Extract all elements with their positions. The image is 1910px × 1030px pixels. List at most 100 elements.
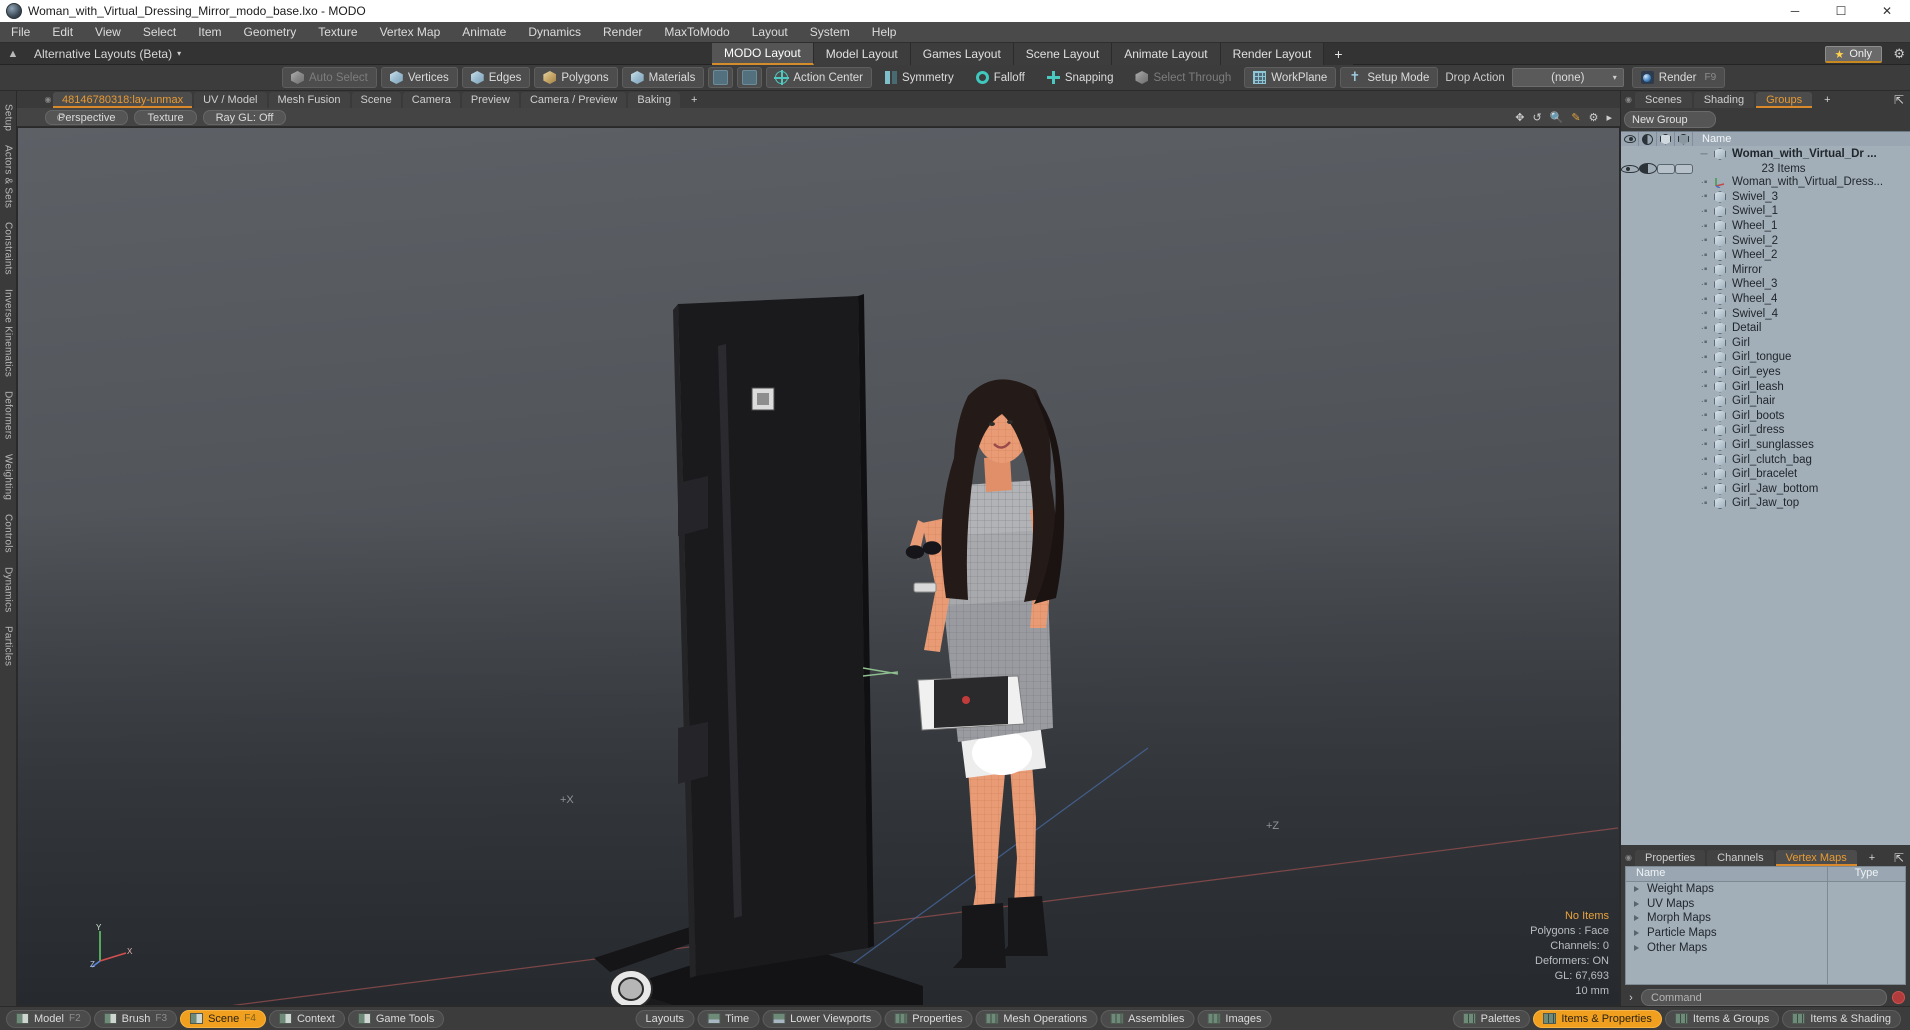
- viewport-tab-menu-icon[interactable]: ◉: [43, 91, 53, 108]
- list-item[interactable]: ·▪ Wheel_1: [1621, 219, 1910, 234]
- mode-game-tools-button[interactable]: Game Tools: [347, 1009, 445, 1028]
- rail-item-constraints[interactable]: Constraints: [3, 215, 14, 282]
- materials-button[interactable]: Materials: [621, 67, 705, 88]
- tab-vertex-maps[interactable]: Vertex Maps: [1775, 849, 1857, 866]
- menu-item-dynamics[interactable]: Dynamics: [517, 22, 592, 43]
- expand-triangle-icon[interactable]: [1634, 929, 1639, 936]
- table-row[interactable]: Weight Maps: [1626, 881, 1905, 897]
- move-view-icon[interactable]: ✥: [1515, 111, 1524, 124]
- expand-triangle-icon[interactable]: [1634, 915, 1639, 922]
- expand-icon[interactable]: ⇱: [1894, 851, 1904, 865]
- rail-item-weighting[interactable]: Weighting: [3, 447, 14, 507]
- list-item[interactable]: ·▪ Swivel_2: [1621, 233, 1910, 248]
- items-groups-button[interactable]: Items & Groups: [1664, 1009, 1780, 1028]
- tab-scene-layout[interactable]: Scene Layout: [1013, 43, 1113, 65]
- collapse-icon[interactable]: ▲: [0, 48, 26, 60]
- add-viewport-tab-button[interactable]: +: [682, 92, 706, 108]
- images-button[interactable]: Images: [1197, 1009, 1272, 1028]
- selection-mode-b-button[interactable]: [737, 67, 763, 88]
- menu-item-item[interactable]: Item: [187, 22, 232, 43]
- menu-item-render[interactable]: Render: [592, 22, 653, 43]
- list-item[interactable]: ·▪ Girl_tongue: [1621, 350, 1910, 365]
- menu-item-edit[interactable]: Edit: [41, 22, 84, 43]
- symmetry-button[interactable]: Symmetry: [876, 67, 963, 88]
- tab-properties[interactable]: Properties: [1635, 849, 1706, 866]
- list-item[interactable]: ·▪ Girl_Jaw_bottom: [1621, 481, 1910, 496]
- shading-toggle[interactable]: [1639, 163, 1657, 174]
- selection-mode-a-button[interactable]: [708, 67, 734, 88]
- table-row[interactable]: Morph Maps: [1626, 911, 1905, 926]
- mode-brush-button[interactable]: Brush F3: [93, 1009, 178, 1028]
- falloff-button[interactable]: Falloff: [967, 67, 1034, 88]
- tab-channels[interactable]: Channels: [1707, 849, 1774, 866]
- mode-model-button[interactable]: Model F2: [6, 1009, 91, 1028]
- list-item[interactable]: ·▪ Girl_hair: [1621, 394, 1910, 409]
- time-button[interactable]: Time: [697, 1009, 760, 1028]
- list-item[interactable]: ·▪ Swivel_3: [1621, 190, 1910, 205]
- table-row[interactable]: UV Maps: [1626, 896, 1905, 912]
- only-button[interactable]: ★ Only: [1824, 46, 1882, 63]
- expand-triangle-icon[interactable]: [1634, 886, 1639, 893]
- palettes-button[interactable]: Palettes: [1452, 1009, 1531, 1028]
- tab-scenes[interactable]: Scenes: [1635, 92, 1692, 108]
- items-shading-button[interactable]: Items & Shading: [1782, 1009, 1901, 1028]
- edit-icon[interactable]: ✎: [1571, 111, 1580, 124]
- raygl-toggle[interactable]: Ray GL: Off: [202, 109, 287, 125]
- tab-modo-layout[interactable]: MODO Layout: [712, 43, 814, 65]
- tab-games-layout[interactable]: Games Layout: [910, 43, 1014, 65]
- viewport-tab-uv-model[interactable]: UV / Model: [194, 92, 267, 108]
- minimize-button[interactable]: ─: [1772, 0, 1818, 22]
- edges-button[interactable]: Edges: [461, 67, 531, 88]
- list-item[interactable]: ·▪ Girl_dress: [1621, 423, 1910, 438]
- polygons-button[interactable]: Polygons: [534, 67, 618, 88]
- menu-item-select[interactable]: Select: [132, 22, 187, 43]
- list-item[interactable]: ·▪ Girl_Jaw_top: [1621, 496, 1910, 511]
- gear-icon[interactable]: ⚙: [1589, 111, 1599, 124]
- render-checkbox[interactable]: [1657, 163, 1675, 174]
- group-root-toggles[interactable]: [1621, 163, 1694, 174]
- vertices-button[interactable]: Vertices: [380, 67, 458, 88]
- viewport-tab-baking[interactable]: Baking: [628, 92, 681, 108]
- menu-item-animate[interactable]: Animate: [451, 22, 517, 43]
- layouts-button[interactable]: Layouts: [635, 1009, 695, 1028]
- lock-checkbox[interactable]: [1675, 163, 1693, 174]
- menu-item-layout[interactable]: Layout: [741, 22, 799, 43]
- rotate-view-icon[interactable]: ↺: [1532, 111, 1541, 124]
- expand-triangle-icon[interactable]: [1634, 944, 1639, 951]
- tab-render-layout[interactable]: Render Layout: [1220, 43, 1325, 65]
- viewport-tab-mesh-fusion[interactable]: Mesh Fusion: [268, 92, 350, 108]
- viewport-options-icon[interactable]: [57, 113, 64, 121]
- list-item[interactable]: ·▪ Girl_bracelet: [1621, 467, 1910, 482]
- viewport-tab-scene[interactable]: Scene: [351, 92, 401, 108]
- rail-item-setup[interactable]: Setup: [3, 97, 14, 138]
- visible-toggle[interactable]: [1621, 163, 1639, 174]
- command-input[interactable]: Command: [1641, 989, 1887, 1006]
- tab-animate-layout[interactable]: Animate Layout: [1112, 43, 1221, 65]
- select-through-button[interactable]: Select Through: [1126, 67, 1240, 88]
- rail-item-controls[interactable]: Controls: [3, 507, 14, 560]
- zoom-view-icon[interactable]: 🔍: [1550, 111, 1564, 124]
- mode-context-button[interactable]: Context: [268, 1009, 345, 1028]
- list-item[interactable]: ·▪ Wheel_4: [1621, 292, 1910, 307]
- rail-item-deformers[interactable]: Deformers: [3, 384, 14, 446]
- mesh-operations-button[interactable]: Mesh Operations: [975, 1009, 1098, 1028]
- rail-item-inverse-kinematics[interactable]: Inverse Kinematics: [3, 282, 14, 384]
- menu-item-help[interactable]: Help: [861, 22, 908, 43]
- tab-model-layout[interactable]: Model Layout: [813, 43, 911, 65]
- list-item[interactable]: ·▪ Girl_eyes: [1621, 365, 1910, 380]
- add-bottom-right-tab-button[interactable]: +: [1859, 850, 1885, 866]
- list-item[interactable]: ·▪ Wheel_3: [1621, 277, 1910, 292]
- list-item[interactable]: ·▪ Swivel_4: [1621, 306, 1910, 321]
- menu-item-view[interactable]: View: [84, 22, 132, 43]
- expand-icon[interactable]: ⇱: [1894, 93, 1904, 107]
- viewport-tab-lay-unmax[interactable]: 48146780318:lay-unmax: [53, 92, 193, 108]
- add-layout-tab-button[interactable]: +: [1324, 43, 1353, 65]
- list-item[interactable]: ·▪ Girl: [1621, 336, 1910, 351]
- mode-scene-button[interactable]: Scene F4: [180, 1009, 266, 1028]
- viewport-3d[interactable]: +X +Z Y X Z No Items Polygons: Face Cha…: [17, 127, 1620, 1006]
- list-item[interactable]: ·▪ Girl_leash: [1621, 379, 1910, 394]
- tab-shading[interactable]: Shading: [1693, 92, 1755, 108]
- render-button[interactable]: Render F9: [1631, 67, 1726, 88]
- menu-item-maxtomodo[interactable]: MaxToModo: [653, 22, 740, 43]
- close-button[interactable]: ✕: [1864, 0, 1910, 22]
